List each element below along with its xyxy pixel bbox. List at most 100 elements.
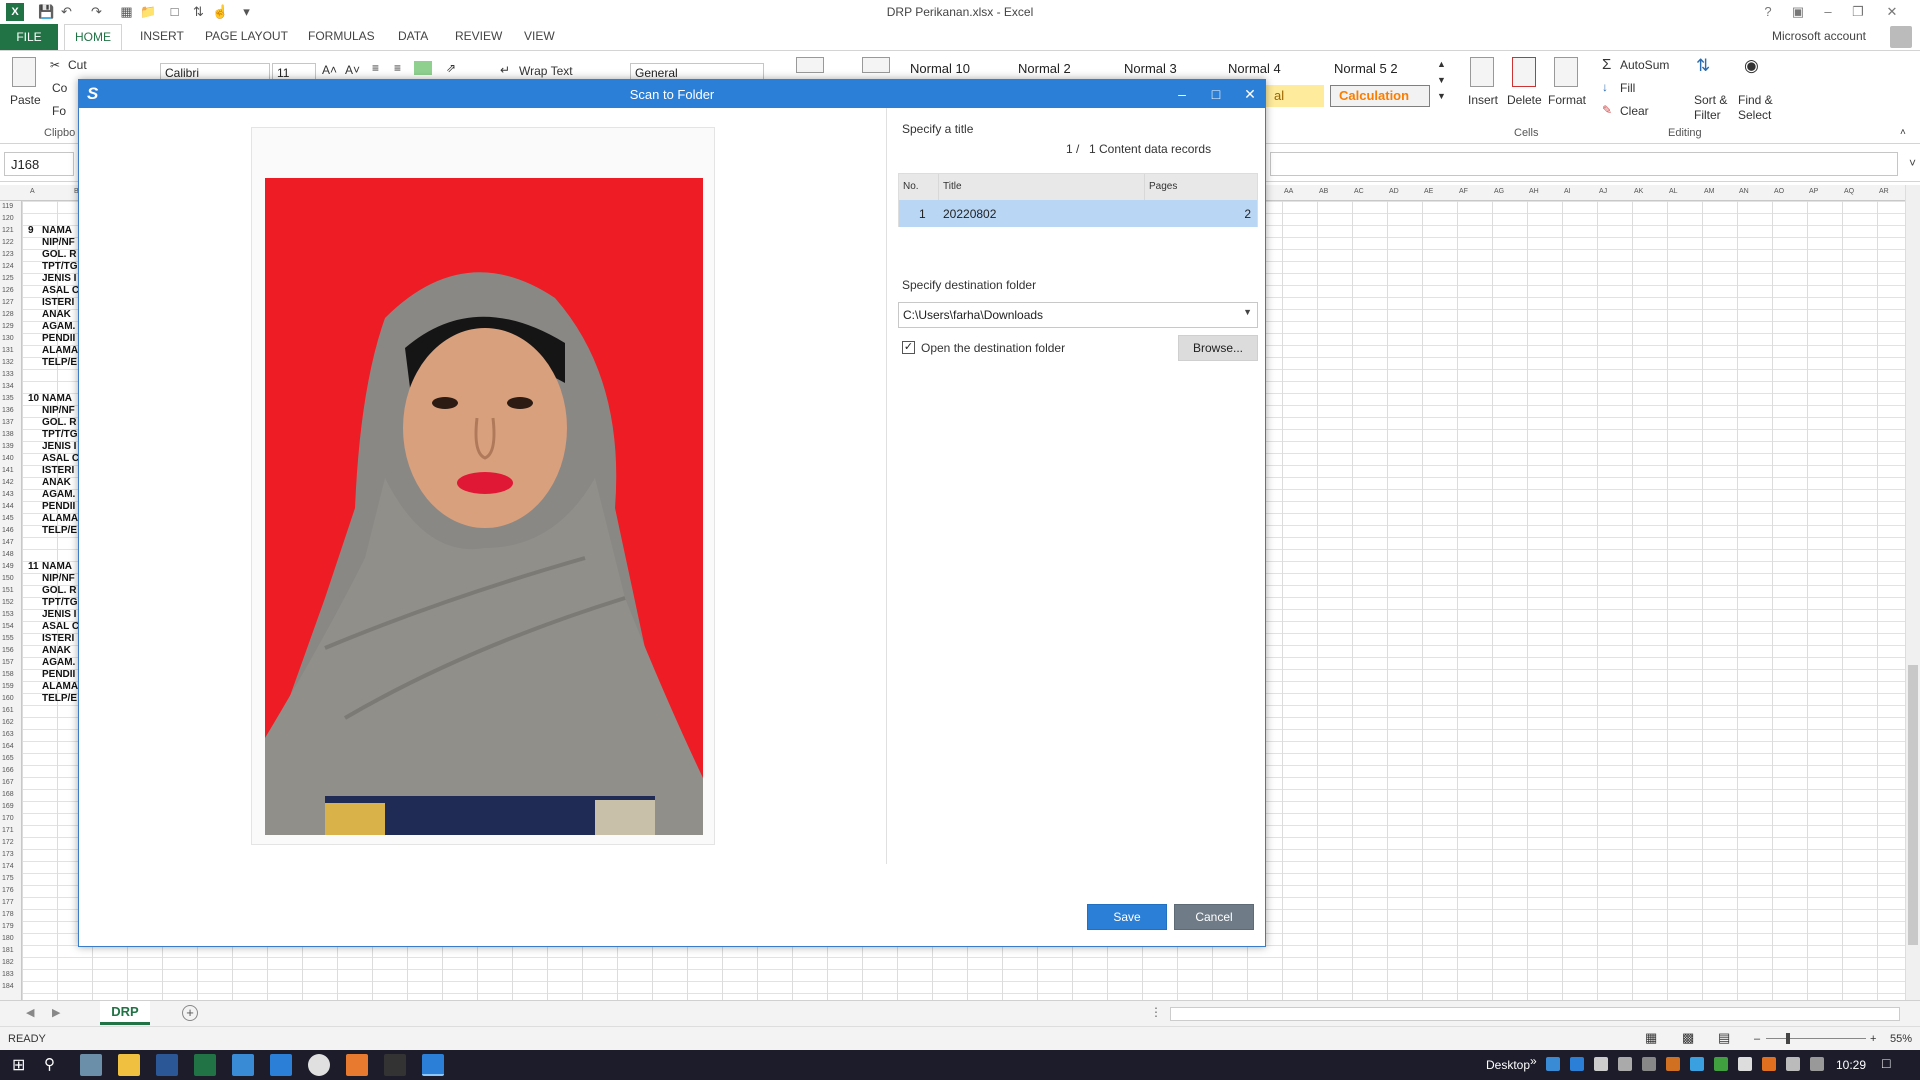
- row-header[interactable]: 132: [2, 359, 14, 366]
- row-header[interactable]: 153: [2, 611, 14, 618]
- fill-button[interactable]: Fill: [1620, 81, 1635, 95]
- tab-file[interactable]: FILE: [0, 24, 58, 50]
- scan-to-folder-taskbar-icon[interactable]: [422, 1054, 444, 1076]
- row-header[interactable]: 138: [2, 431, 14, 438]
- row-header[interactable]: 172: [2, 839, 14, 846]
- dialog-maximize-icon[interactable]: □: [1205, 84, 1227, 104]
- scanner-app-icon[interactable]: [270, 1054, 292, 1076]
- record-field-label[interactable]: TELP/E: [42, 525, 80, 536]
- row-header[interactable]: 184: [2, 983, 14, 990]
- sheet-tab-drp[interactable]: DRP: [100, 1001, 150, 1025]
- row-header[interactable]: 182: [2, 959, 14, 966]
- save-button[interactable]: Save: [1087, 904, 1167, 930]
- grow-font-icon[interactable]: A˄: [322, 63, 337, 77]
- row-header[interactable]: 120: [2, 215, 14, 222]
- row-header[interactable]: 157: [2, 659, 14, 666]
- prev-sheet-icon[interactable]: ◀: [26, 1006, 34, 1019]
- record-field-label[interactable]: AGAM.: [42, 321, 80, 332]
- column-header[interactable]: AM: [1704, 188, 1715, 195]
- toolbar-expand-icon[interactable]: »: [1530, 1054, 1537, 1068]
- sort-filter-icon[interactable]: ⇅: [1696, 56, 1710, 76]
- windows-start-icon[interactable]: ⊞: [12, 1055, 25, 1075]
- column-header[interactable]: AE: [1424, 188, 1433, 195]
- tab-home[interactable]: HOME: [64, 24, 122, 50]
- row-header[interactable]: 128: [2, 311, 14, 318]
- find-select-button[interactable]: Find &: [1738, 93, 1773, 107]
- ribbon-display-icon[interactable]: ▣: [1786, 2, 1810, 22]
- next-sheet-icon[interactable]: ▶: [52, 1006, 60, 1019]
- clear-button[interactable]: Clear: [1620, 104, 1649, 118]
- cancel-button[interactable]: Cancel: [1174, 904, 1254, 930]
- collapse-ribbon-icon[interactable]: ˄: [1900, 127, 1906, 138]
- row-header[interactable]: 145: [2, 515, 14, 522]
- wrap-text-button[interactable]: Wrap Text: [519, 64, 573, 78]
- add-sheet-icon[interactable]: +: [182, 1005, 198, 1021]
- row-header[interactable]: 183: [2, 971, 14, 978]
- zoom-out-icon[interactable]: –: [1754, 1033, 1760, 1045]
- row-header[interactable]: 134: [2, 383, 14, 390]
- record-number[interactable]: 11: [28, 561, 39, 572]
- column-header[interactable]: AJ: [1599, 188, 1607, 195]
- record-field-label[interactable]: PENDII: [42, 333, 80, 344]
- delete-cells-button[interactable]: Delete: [1507, 93, 1542, 107]
- format-cells-button[interactable]: Format: [1548, 93, 1586, 107]
- record-field-label[interactable]: ASAL C: [42, 285, 80, 296]
- tray-icon[interactable]: [1570, 1057, 1584, 1071]
- row-header[interactable]: 155: [2, 635, 14, 642]
- column-header[interactable]: AG: [1494, 188, 1504, 195]
- record-field-label[interactable]: ALAMA: [42, 345, 80, 356]
- close-icon[interactable]: ✕: [1880, 2, 1904, 22]
- row-header[interactable]: 162: [2, 719, 14, 726]
- row-header[interactable]: 119: [2, 203, 13, 210]
- insert-cells-button[interactable]: Insert: [1468, 93, 1498, 107]
- tab-view[interactable]: VIEW: [524, 29, 555, 43]
- row-header[interactable]: 158: [2, 671, 14, 678]
- delete-cells-icon[interactable]: [1512, 57, 1536, 87]
- splitter-icon[interactable]: ⋮: [1150, 1005, 1162, 1019]
- record-field-label[interactable]: ALAMA: [42, 681, 80, 692]
- chevron-down-icon[interactable]: ▼: [1243, 307, 1252, 317]
- record-field-label[interactable]: JENIS I: [42, 273, 80, 284]
- tray-icon[interactable]: [1642, 1057, 1656, 1071]
- row-header[interactable]: 139: [2, 443, 14, 450]
- restore-icon[interactable]: ❐: [1846, 2, 1870, 22]
- eraser-icon[interactable]: ✎: [1602, 103, 1612, 117]
- cut-button[interactable]: Cut: [68, 58, 87, 72]
- app-orange-icon[interactable]: [346, 1054, 368, 1076]
- row-header[interactable]: 161: [2, 707, 14, 714]
- normal-view-icon[interactable]: ▦: [1645, 1030, 1657, 1046]
- record-field-label[interactable]: ANAK: [42, 309, 80, 320]
- row-header[interactable]: 167: [2, 779, 14, 786]
- open-folder-label[interactable]: Open the destination folder: [921, 341, 1065, 355]
- record-field-label[interactable]: GOL. R: [42, 585, 80, 596]
- row-header[interactable]: 122: [2, 239, 14, 246]
- vertical-scroll-thumb[interactable]: [1908, 665, 1918, 945]
- tab-page-layout[interactable]: PAGE LAYOUT: [205, 29, 288, 43]
- column-header[interactable]: AB: [1319, 188, 1328, 195]
- row-header[interactable]: 121: [2, 227, 14, 234]
- column-header[interactable]: AL: [1669, 188, 1678, 195]
- scissors-icon[interactable]: ✂: [50, 58, 60, 72]
- record-field-label[interactable]: TPT/TG: [42, 261, 80, 272]
- zoom-slider[interactable]: [1766, 1038, 1866, 1039]
- row-header[interactable]: 180: [2, 935, 14, 942]
- help-icon[interactable]: ?: [1756, 2, 1780, 22]
- column-header[interactable]: AN: [1739, 188, 1749, 195]
- record-field-label[interactable]: GOL. R: [42, 249, 80, 260]
- record-field-label[interactable]: AGAM.: [42, 657, 80, 668]
- notepad-icon[interactable]: [232, 1054, 254, 1076]
- row-header[interactable]: 130: [2, 335, 14, 342]
- row-header[interactable]: 181: [2, 947, 14, 954]
- column-header[interactable]: AA: [1284, 188, 1293, 195]
- record-field-label[interactable]: NIP/NF: [42, 405, 80, 416]
- column-header[interactable]: AC: [1354, 188, 1364, 195]
- row-header[interactable]: 165: [2, 755, 14, 762]
- row-header[interactable]: 137: [2, 419, 14, 426]
- record-field-label[interactable]: NAMA: [42, 393, 80, 404]
- record-field-label[interactable]: NIP/NF: [42, 573, 80, 584]
- record-field-label[interactable]: ISTERI: [42, 297, 80, 308]
- row-title[interactable]: 20220802: [943, 207, 996, 221]
- row-header[interactable]: 159: [2, 683, 14, 690]
- browse-button[interactable]: Browse...: [1178, 335, 1258, 361]
- record-number[interactable]: 9: [28, 225, 34, 236]
